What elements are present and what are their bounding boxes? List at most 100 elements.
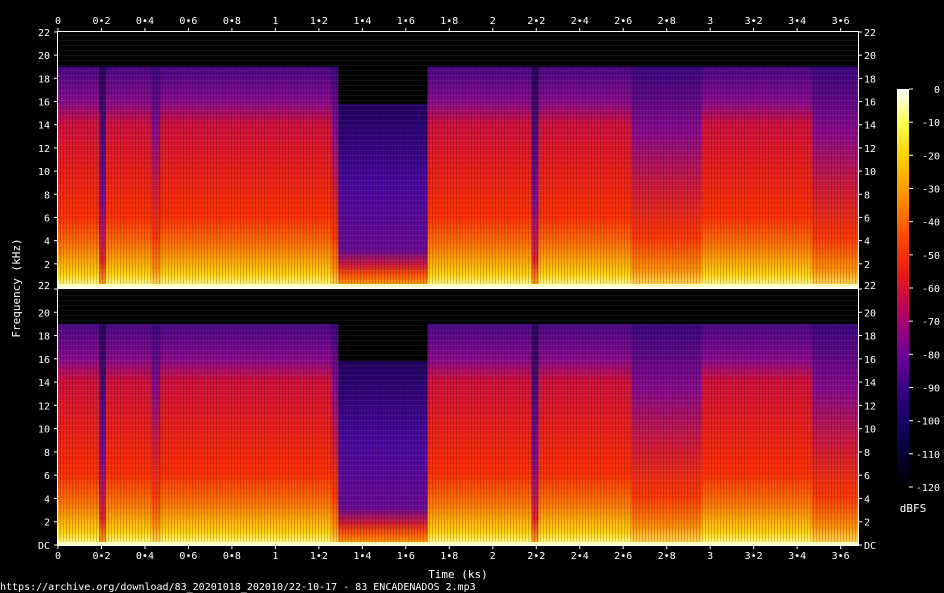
x-tick-label: 1•2 xyxy=(310,551,328,562)
x-tick-label: 2•2 xyxy=(527,16,545,27)
y-tick-label: 2 xyxy=(44,260,50,271)
y-tick-label: 18 xyxy=(864,332,876,343)
x-tick-label: 3 xyxy=(707,551,713,562)
x-tick-label: 1•2 xyxy=(310,16,328,27)
y-tick-label: 12 xyxy=(38,144,50,155)
y-tick-label: 12 xyxy=(864,144,876,155)
x-tick-label: 0•6 xyxy=(179,16,197,27)
colorbar-tick-label: -110 xyxy=(916,450,940,461)
y-tick-label: 14 xyxy=(864,378,876,389)
y-tick-label: 16 xyxy=(864,98,876,109)
spectrogram-chart: 0 0•2 0•4 0•6 0•8 1 1•2 1•4 1•6 1•8 2 2•2 2•4 2•6 2•8 3… xyxy=(0,16,940,593)
x-tick-label: 2 xyxy=(490,551,496,562)
low-frequency-band xyxy=(58,284,858,287)
x-tick-label: 1 xyxy=(272,16,278,27)
x-tick-label: 3 xyxy=(707,16,713,27)
x-tick-label: 0•2 xyxy=(92,551,110,562)
colorbar-gradient xyxy=(897,89,909,487)
x-tick-label: 1•8 xyxy=(440,551,458,562)
x-tick-label: 3•6 xyxy=(832,551,850,562)
colorbar-tick-label: -100 xyxy=(916,417,940,428)
x-tick-label: 3•6 xyxy=(832,16,850,27)
y-tick-label: 6 xyxy=(44,213,50,224)
x-tick-label: 2•8 xyxy=(658,16,676,27)
x-tick-label: 0•8 xyxy=(223,551,241,562)
x-tick-label: 1 xyxy=(272,551,278,562)
x-tick-label: 2•2 xyxy=(527,551,545,562)
colorbar-tick-label: -10 xyxy=(922,118,940,129)
y-tick-label: 10 xyxy=(38,167,50,178)
low-frequency-band xyxy=(58,542,858,545)
x-tick-label: 1•8 xyxy=(440,16,458,27)
y-tick-label: 22 xyxy=(864,281,876,292)
x-tick-label: 0 xyxy=(55,551,61,562)
channel-panel-1 xyxy=(57,31,859,288)
colorbar-tick-label: -80 xyxy=(922,350,940,361)
x-tick-label: 3•4 xyxy=(788,16,806,27)
y-tick-label: 2 xyxy=(864,518,870,529)
x-tick-label: 3•2 xyxy=(745,551,763,562)
y-tick-label: 18 xyxy=(864,74,876,85)
x-tick-label: 2•4 xyxy=(571,16,589,27)
x-axis-label: Time (ks) xyxy=(428,568,488,581)
y-tick-label: 6 xyxy=(44,471,50,482)
colorbar-tick-label: -120 xyxy=(916,483,940,494)
y-tick-label: 18 xyxy=(38,332,50,343)
x-axis-top: 0 0•2 0•4 0•6 0•8 1 1•2 1•4 1•6 1•8 2 2•2 2•4 2•6 2•8 3… xyxy=(55,16,850,32)
x-tick-label: 0•8 xyxy=(223,16,241,27)
x-tick-label: 2•6 xyxy=(614,551,632,562)
y-tick-label: 6 xyxy=(864,471,870,482)
y-tick-label: 14 xyxy=(38,378,50,389)
channel-panel-2 xyxy=(57,288,859,546)
x-tick-label: 1•4 xyxy=(353,16,371,27)
y-tick-label: 10 xyxy=(38,425,50,436)
x-tick-label: 2•4 xyxy=(571,551,589,562)
colorbar-tick-label: -30 xyxy=(922,185,940,196)
spectrogram-panels xyxy=(57,31,859,546)
y-tick-label: 22 xyxy=(864,28,876,39)
x-tick-label: 0•4 xyxy=(136,16,154,27)
y-tick-label: 8 xyxy=(44,190,50,201)
x-tick-label: 2 xyxy=(490,16,496,27)
y-tick-label: 4 xyxy=(864,494,870,505)
x-tick-label: 2•8 xyxy=(658,551,676,562)
x-tick-label: 1•6 xyxy=(397,16,415,27)
y-axis-label: Frequency (kHz) xyxy=(10,238,23,337)
harmonic-overlay xyxy=(58,32,858,287)
y-tick-label: DC xyxy=(864,541,876,552)
y-tick-label: 8 xyxy=(44,448,50,459)
colorbar-tick-label: 0 xyxy=(934,85,940,96)
x-axis-bottom: 0 0•2 0•4 0•6 0•8 1 1•2 1•4 1•6 1•8 2 2•2 2•4 2•6 2•8 3… xyxy=(55,545,850,562)
y-tick-label: 20 xyxy=(38,308,50,319)
y-tick-label: DC xyxy=(38,541,50,552)
x-tick-label: 1•4 xyxy=(353,551,371,562)
x-tick-label: 3•4 xyxy=(788,551,806,562)
y-tick-label: 22 xyxy=(38,281,50,292)
y-tick-label: 14 xyxy=(38,121,50,132)
colorbar-tick-label: -90 xyxy=(922,384,940,395)
y-tick-label: 10 xyxy=(864,167,876,178)
y-tick-label: 10 xyxy=(864,425,876,436)
y-tick-label: 4 xyxy=(864,237,870,248)
y-tick-label: 8 xyxy=(864,190,870,201)
y-tick-label: 12 xyxy=(864,401,876,412)
x-tick-label: 2•6 xyxy=(614,16,632,27)
colorbar-label: dBFS xyxy=(900,502,927,515)
y-tick-label: 16 xyxy=(38,355,50,366)
colorbar-tick-label: -20 xyxy=(922,151,940,162)
x-tick-label: 1•6 xyxy=(397,551,415,562)
y-tick-label: 12 xyxy=(38,401,50,412)
colorbar xyxy=(897,89,909,487)
y-tick-label: 18 xyxy=(38,74,50,85)
x-tick-label: 3•2 xyxy=(745,16,763,27)
y-tick-label: 8 xyxy=(864,448,870,459)
colorbar-tick-label: -70 xyxy=(922,317,940,328)
y-tick-label: 20 xyxy=(864,51,876,62)
x-tick-label: 0•2 xyxy=(92,16,110,27)
y-tick-label: 4 xyxy=(44,237,50,248)
x-tick-label: 0•4 xyxy=(136,551,154,562)
colorbar-tick-label: -50 xyxy=(922,251,940,262)
y-tick-label: 2 xyxy=(864,260,870,271)
y-tick-label: 22 xyxy=(38,28,50,39)
y-tick-label: 2 xyxy=(44,518,50,529)
